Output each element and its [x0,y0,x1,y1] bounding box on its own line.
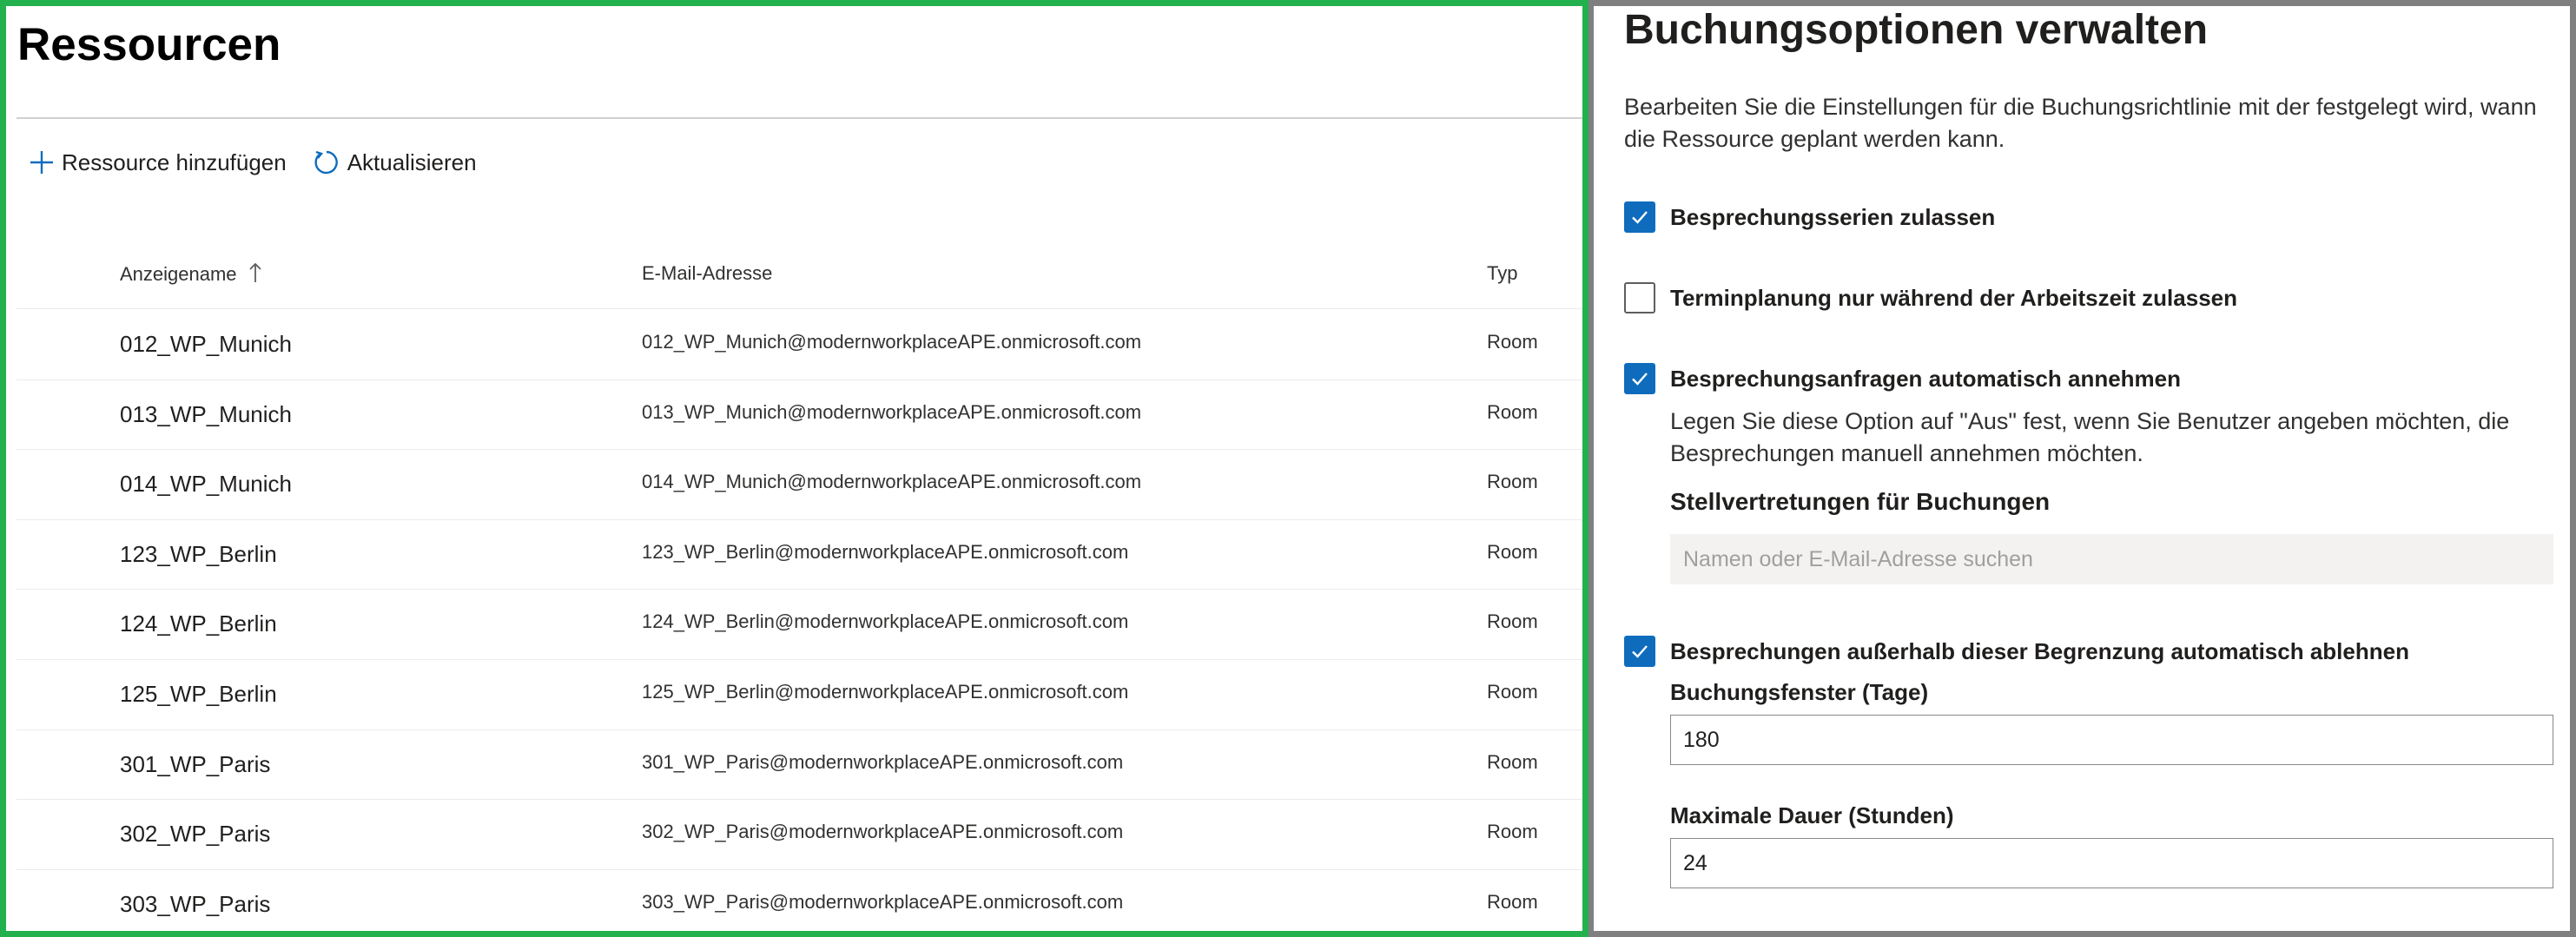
max-duration-input[interactable] [1670,838,2553,888]
auto-accept-label: Besprechungsanfragen automatisch annehme… [1670,365,2182,392]
row-email: 125_WP_Berlin@modernworkplaceAPE.onmicro… [642,680,1129,703]
checkmark-icon [1632,645,1648,658]
row-name[interactable]: 012_WP_Munich [120,331,292,358]
checkbox-box[interactable] [1624,201,1655,233]
checkbox-box[interactable] [1624,363,1655,394]
table-row[interactable]: 013_WP_Munich 013_WP_Munich@modernworkpl… [17,380,1582,451]
page-title: Ressourcen [17,19,281,70]
auto-decline-label: Besprechungen außerhalb dieser Begrenzun… [1670,637,2409,664]
column-header-type[interactable]: Typ [1487,262,1517,285]
row-type: Room [1487,540,1538,563]
table-row[interactable]: 014_WP_Munich 014_WP_Munich@modernworkpl… [17,450,1582,520]
plus-icon [29,149,55,175]
panel-title: Buchungsoptionen verwalten [1624,7,2209,53]
work-hours-only-label: Terminplanung nur während der Arbeitszei… [1670,284,2237,311]
row-name[interactable]: 301_WP_Paris [120,751,270,778]
row-type: Room [1487,821,1538,843]
table-row[interactable]: 302_WP_Paris 302_WP_Paris@modernworkplac… [17,800,1582,870]
row-name[interactable]: 014_WP_Munich [120,471,292,498]
column-name-label: Anzeigename [120,263,237,285]
booking-window-label: Buchungsfenster (Tage) [1670,679,1929,705]
table-row[interactable]: 125_WP_Berlin 125_WP_Berlin@modernworkpl… [17,660,1582,730]
row-type: Room [1487,750,1538,773]
allow-recurring-checkbox[interactable]: Besprechungsserien zulassen [1624,201,1995,233]
checkbox-box[interactable] [1624,282,1655,313]
booking-options-panel: Buchungsoptionen verwalten Bearbeiten Si… [1589,0,2576,937]
refresh-icon [313,148,340,176]
row-email: 012_WP_Munich@modernworkplaceAPE.onmicro… [642,331,1142,353]
table-header: Anzeigename E-Mail-Adresse Typ [17,254,1582,309]
row-name[interactable]: 123_WP_Berlin [120,541,277,568]
row-email: 014_WP_Munich@modernworkplaceAPE.onmicro… [642,471,1142,493]
row-email: 303_WP_Paris@modernworkplaceAPE.onmicros… [642,890,1124,913]
delegates-search-input[interactable] [1670,534,2553,584]
row-name[interactable]: 125_WP_Berlin [120,681,277,708]
row-email: 302_WP_Paris@modernworkplaceAPE.onmicros… [642,821,1124,843]
checkbox-box[interactable] [1624,636,1655,667]
row-name[interactable]: 302_WP_Paris [120,821,270,848]
table-row[interactable]: 301_WP_Paris 301_WP_Paris@modernworkplac… [17,730,1582,801]
auto-accept-hint: Legen Sie diese Option auf "Aus" fest, w… [1670,408,2510,466]
add-resource-label: Ressource hinzufügen [62,148,287,175]
row-name[interactable]: 124_WP_Berlin [120,610,277,637]
row-name[interactable]: 303_WP_Paris [120,891,270,918]
column-header-email[interactable]: E-Mail-Adresse [642,262,772,285]
command-bar: Ressource hinzufügen Aktualisieren [29,145,503,180]
row-type: Room [1487,471,1538,493]
row-email: 301_WP_Paris@modernworkplaceAPE.onmicros… [642,750,1124,773]
column-header-name[interactable]: Anzeigename [120,262,261,288]
row-type: Room [1487,610,1538,633]
divider [17,117,1582,119]
arrow-up-icon [249,262,261,288]
row-type: Room [1487,890,1538,913]
refresh-label: Aktualisieren [347,148,477,175]
work-hours-only-checkbox[interactable]: Terminplanung nur während der Arbeitszei… [1624,282,2237,313]
refresh-button[interactable]: Aktualisieren [313,148,477,176]
checkmark-icon [1632,373,1648,386]
auto-decline-checkbox[interactable]: Besprechungen außerhalb dieser Begrenzun… [1624,636,2409,667]
add-resource-button[interactable]: Ressource hinzufügen [29,149,287,176]
booking-window-input[interactable] [1670,715,2553,765]
row-email: 013_WP_Munich@modernworkplaceAPE.onmicro… [642,400,1142,423]
auto-accept-checkbox[interactable]: Besprechungsanfragen automatisch annehme… [1624,363,2181,394]
row-type: Room [1487,400,1538,423]
row-type: Room [1487,680,1538,703]
table-row[interactable]: 123_WP_Berlin 123_WP_Berlin@modernworkpl… [17,520,1582,591]
row-email: 124_WP_Berlin@modernworkplaceAPE.onmicro… [642,610,1129,633]
checkmark-icon [1632,211,1648,224]
resource-list: 012_WP_Munich 012_WP_Munich@modernworkpl… [17,310,1582,931]
delegates-label: Stellvertretungen für Buchungen [1670,488,2051,515]
resources-panel: Ressourcen Ressource hinzufügen Aktualis… [0,0,1589,937]
row-type: Room [1487,331,1538,353]
allow-recurring-label: Besprechungsserien zulassen [1670,203,1996,230]
panel-description: Bearbeiten Sie die Einstellungen für die… [1624,94,2537,152]
row-email: 123_WP_Berlin@modernworkplaceAPE.onmicro… [642,540,1129,563]
table-row[interactable]: 012_WP_Munich 012_WP_Munich@modernworkpl… [17,310,1582,380]
max-duration-label: Maximale Dauer (Stunden) [1670,802,1954,828]
row-name[interactable]: 013_WP_Munich [120,401,292,428]
table-row[interactable]: 303_WP_Paris 303_WP_Paris@modernworkplac… [17,870,1582,931]
table-row[interactable]: 124_WP_Berlin 124_WP_Berlin@modernworkpl… [17,590,1582,660]
